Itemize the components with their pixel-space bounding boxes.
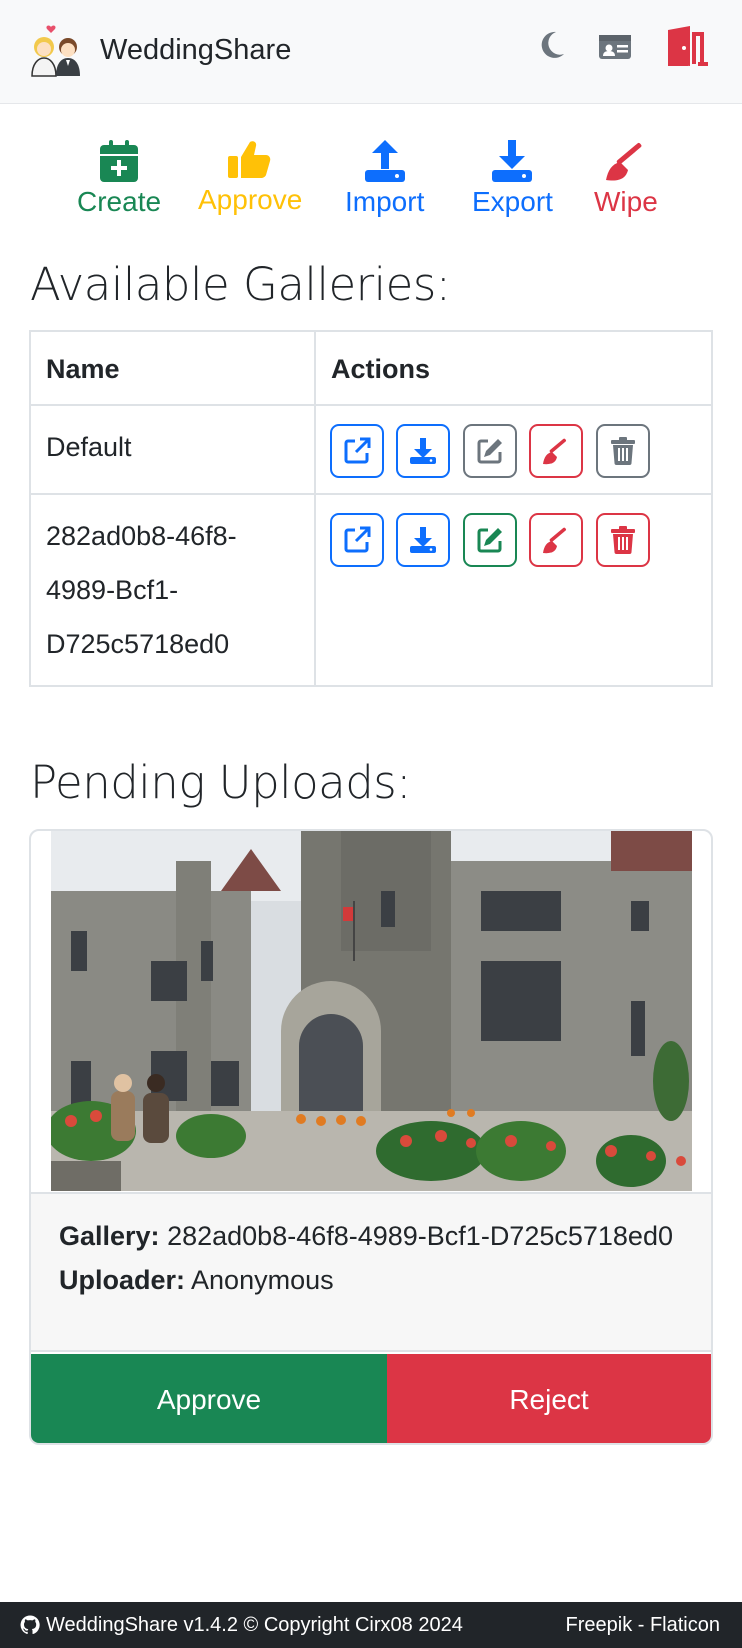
name-column-header: Name — [29, 330, 316, 406]
navbar: WeddingShare — [0, 0, 742, 104]
moon-icon[interactable] — [538, 30, 566, 60]
footer: WeddingShare v1.4.2 © Copyright Cirx08 2… — [0, 1602, 742, 1648]
thumbs-up-icon — [228, 141, 271, 178]
galleries-table: Name Actions Default 282ad0b8-46f8-4989-… — [29, 330, 713, 687]
download-icon — [492, 140, 533, 182]
broom-icon — [543, 438, 567, 465]
download-gallery-button[interactable] — [396, 513, 451, 567]
gallery-value: 282ad0b8-46f8-4989-Bcf1-D725c5718ed0 — [167, 1221, 673, 1251]
gallery-name: Default — [29, 404, 316, 495]
export-label: Export — [472, 186, 553, 217]
approve-button[interactable]: Approve — [198, 140, 302, 216]
export-button[interactable]: Export — [472, 140, 553, 218]
pending-photo[interactable] — [51, 831, 692, 1191]
footer-left: WeddingShare v1.4.2 © Copyright Cirx08 2… — [20, 1614, 463, 1637]
wipe-gallery-button[interactable] — [529, 424, 584, 478]
uploader-label: Uploader: — [59, 1265, 186, 1295]
pending-upload-details: Gallery: 282ad0b8-46f8-4989-Bcf1-D725c57… — [31, 1192, 711, 1352]
admin-toolbar: Create Approve Import Export Wipe — [0, 140, 742, 232]
upload-icon — [364, 140, 405, 182]
door-open-icon[interactable] — [662, 24, 710, 68]
trash-icon — [610, 437, 635, 465]
gallery-label: Gallery: — [59, 1221, 160, 1251]
actions-column-header: Actions — [314, 330, 713, 406]
edit-gallery-button[interactable] — [462, 424, 517, 478]
gallery-line: Gallery: 282ad0b8-46f8-4989-Bcf1-D725c57… — [59, 1214, 683, 1258]
table-row: Default — [29, 404, 713, 495]
open-gallery-button[interactable] — [330, 424, 384, 478]
approve-label: Approve — [198, 184, 303, 215]
download-gallery-button[interactable] — [396, 424, 451, 478]
wipe-button[interactable]: Wipe — [594, 140, 658, 218]
edit-icon — [477, 439, 502, 464]
table-header-row: Name Actions — [29, 330, 713, 406]
delete-gallery-button[interactable] — [595, 424, 650, 478]
gallery-actions — [314, 404, 713, 495]
download-icon — [410, 438, 437, 464]
calendar-plus-icon — [100, 140, 139, 182]
pending-upload-card: Gallery: 282ad0b8-46f8-4989-Bcf1-D725c57… — [29, 829, 713, 1445]
wipe-label: Wipe — [594, 186, 658, 217]
reject-upload-button[interactable]: Reject — [387, 1354, 711, 1443]
import-label: Import — [345, 186, 425, 217]
couple-logo-icon — [31, 25, 80, 77]
broom-icon — [605, 143, 642, 181]
table-row: 282ad0b8-46f8-4989-Bcf1-D725c5718ed0 — [29, 493, 713, 687]
footer-copyright: WeddingShare v1.4.2 © Copyright Cirx08 2… — [46, 1613, 463, 1636]
gallery-actions — [314, 493, 713, 687]
uploader-value: Anonymous — [191, 1265, 334, 1295]
github-icon[interactable] — [20, 1615, 40, 1635]
gallery-name: 282ad0b8-46f8-4989-Bcf1-D725c5718ed0 — [29, 493, 316, 687]
open-gallery-button[interactable] — [330, 513, 384, 567]
external-link-icon — [344, 437, 371, 464]
edit-gallery-button[interactable] — [462, 513, 517, 567]
galleries-heading: Available Galleries: — [30, 258, 451, 311]
trash-icon — [610, 526, 635, 554]
wipe-gallery-button[interactable] — [529, 513, 584, 567]
edit-icon — [477, 528, 502, 553]
import-button[interactable]: Import — [345, 140, 424, 218]
download-icon — [410, 527, 437, 553]
brand-name: WeddingShare — [100, 33, 292, 66]
id-card-icon[interactable] — [598, 33, 632, 61]
external-link-icon — [344, 526, 371, 553]
create-gallery-button[interactable]: Create — [77, 140, 161, 218]
uploader-line: Uploader: Anonymous — [59, 1258, 683, 1302]
pending-upload-actions: Approve Reject — [31, 1354, 711, 1443]
create-label: Create — [77, 186, 162, 217]
broom-icon — [543, 527, 567, 554]
brand-link[interactable]: WeddingShare — [28, 22, 291, 78]
approve-upload-button[interactable]: Approve — [31, 1354, 387, 1443]
delete-gallery-button[interactable] — [595, 513, 650, 567]
pending-heading: Pending Uploads: — [30, 756, 411, 809]
footer-attribution-link[interactable]: Freepik - Flaticon — [566, 1614, 721, 1637]
